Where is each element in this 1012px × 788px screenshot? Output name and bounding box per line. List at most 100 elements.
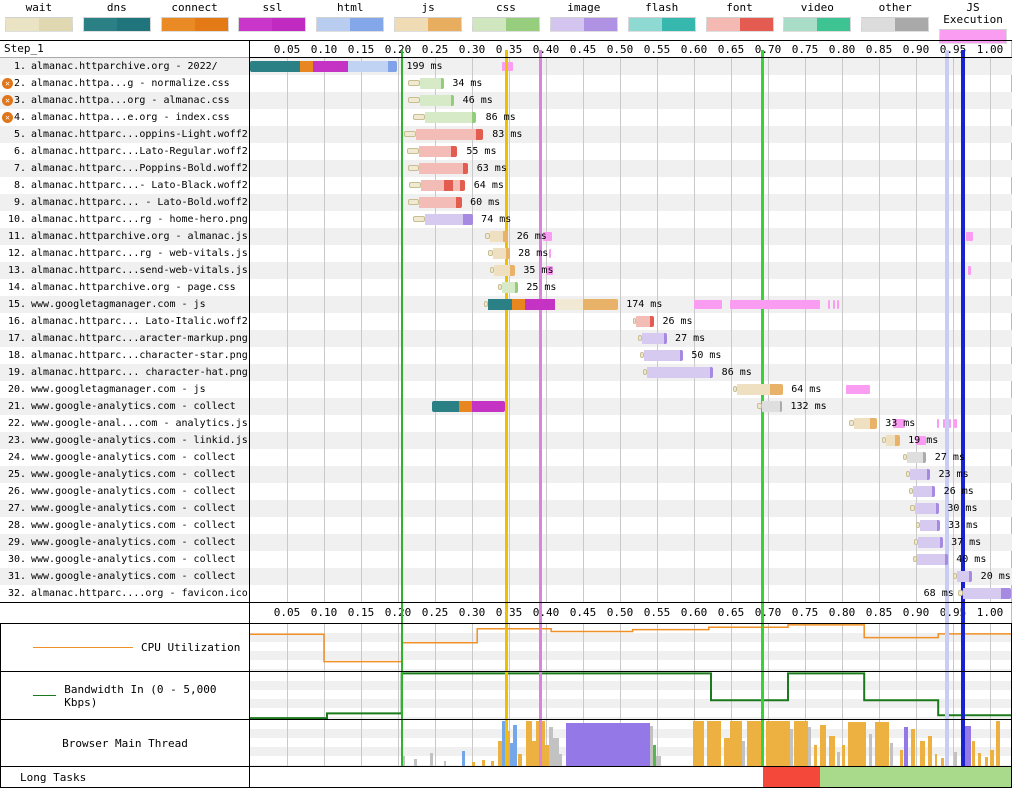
request-bar[interactable] (497, 282, 518, 293)
waterfall-row[interactable]: 83 ms (250, 126, 1012, 143)
request-list-item[interactable]: 10. almanac.httparc...rg - home-hero.png (0, 211, 250, 228)
request-bar[interactable] (489, 265, 515, 276)
request-list-item[interactable]: 1. almanac.httparchive.org - 2022/ (0, 58, 250, 75)
waterfall-row[interactable]: 86 ms (250, 109, 1012, 126)
waterfall-row[interactable]: 35 ms (250, 262, 1012, 279)
waterfall-row[interactable]: 26 ms (250, 313, 1012, 330)
waterfall-row[interactable]: 40 ms (250, 551, 1012, 568)
request-bar[interactable] (756, 401, 783, 412)
request-list-item[interactable]: 20. www.googletagmanager.com - js (0, 381, 250, 398)
waterfall-row[interactable]: 26 ms (250, 483, 1012, 500)
request-bar[interactable] (407, 197, 462, 208)
axis-tick-label: 1.00 (976, 43, 1004, 56)
request-list-item[interactable]: 16. almanac.httparc... Lato-Italic.woff2 (0, 313, 250, 330)
request-bar[interactable] (908, 486, 936, 497)
waterfall-row[interactable]: 19 ms (250, 432, 1012, 449)
request-list-item[interactable]: 8. almanac.httparc...- Lato-Black.woff2 (0, 177, 250, 194)
waterfall-row[interactable]: 30 ms (250, 500, 1012, 517)
waterfall-row[interactable]: 46 ms (250, 92, 1012, 109)
request-bar[interactable] (407, 163, 469, 174)
request-list-item[interactable]: 17. almanac.httparc...aracter-markup.png (0, 330, 250, 347)
waterfall-row[interactable]: 37 ms (250, 534, 1012, 551)
waterfall-row[interactable]: 64 ms (250, 381, 1012, 398)
waterfall-row[interactable]: 74 ms (250, 211, 1012, 228)
axis-tick-label: 0.25 (421, 606, 449, 619)
request-bar[interactable] (488, 248, 510, 259)
request-bar[interactable] (409, 180, 466, 191)
request-list-item[interactable]: 32. almanac.httparc....org - favicon.ico (0, 585, 250, 602)
request-list-item[interactable]: 11. almanac.httparchive.org - almanac.js (0, 228, 250, 245)
waterfall-row[interactable]: 86 ms (250, 364, 1012, 381)
waterfall-row[interactable]: 26 ms (250, 228, 1012, 245)
request-bar[interactable] (407, 78, 444, 89)
request-list-item[interactable]: 5. almanac.httparc...oppins-Light.woff2 (0, 126, 250, 143)
request-list-item[interactable]: 14. almanac.httparchive.org - page.css (0, 279, 250, 296)
waterfall-row[interactable]: 174 ms (250, 296, 1012, 313)
waterfall-row[interactable]: 25 ms (250, 279, 1012, 296)
request-list-item[interactable]: 28. www.google-analytics.com - collect (0, 517, 250, 534)
request-bar[interactable] (432, 401, 506, 412)
request-list-item[interactable]: 29. www.google-analytics.com - collect (0, 534, 250, 551)
request-list-item[interactable]: ✕ 2. almanac.httpa...g - normalize.css (0, 75, 250, 92)
request-list-item[interactable]: 31. www.google-analytics.com - collect (0, 568, 250, 585)
request-bar[interactable] (953, 571, 973, 582)
waterfall-row[interactable]: 28 ms (250, 245, 1012, 262)
request-list-item[interactable]: 26. www.google-analytics.com - collect (0, 483, 250, 500)
waterfall-row[interactable]: 63 ms (250, 160, 1012, 177)
request-list-item[interactable]: 25. www.google-analytics.com - collect (0, 466, 250, 483)
waterfall-row[interactable]: 23 ms (250, 466, 1012, 483)
request-list-item[interactable]: 19. almanac.httparc... character-hat.png (0, 364, 250, 381)
request-list-item[interactable]: ✕ 4. almanac.httpa...e.org - index.css (0, 109, 250, 126)
request-bar[interactable] (733, 384, 783, 395)
request-bar[interactable] (412, 112, 477, 123)
request-list-item[interactable]: 21. www.google-analytics.com - collect (0, 398, 250, 415)
request-list-item[interactable]: 27. www.google-analytics.com - collect (0, 500, 250, 517)
request-bar[interactable] (406, 146, 458, 157)
request-bar[interactable] (250, 61, 398, 72)
request-bar[interactable] (407, 95, 455, 106)
waterfall-row[interactable]: 55 ms (250, 143, 1012, 160)
waterfall-row[interactable]: 20 ms (250, 568, 1012, 585)
waterfall-row[interactable]: 60 ms (250, 194, 1012, 211)
request-bar[interactable] (483, 299, 618, 310)
waterfall-row[interactable]: 27 ms (250, 330, 1012, 347)
request-bar[interactable] (913, 537, 943, 548)
request-list-item[interactable]: 15. www.googletagmanager.com - js (0, 296, 250, 313)
request-bar[interactable] (905, 469, 931, 480)
request-list-item[interactable]: 18. almanac.httparc...character-star.png (0, 347, 250, 364)
request-bar[interactable] (916, 520, 940, 531)
request-bar[interactable] (642, 367, 714, 378)
request-list-item[interactable]: ✕ 3. almanac.httpa...org - almanac.css (0, 92, 250, 109)
waterfall-row[interactable]: 64 ms (250, 177, 1012, 194)
waterfall-row[interactable]: 132 ms (250, 398, 1012, 415)
request-bar[interactable] (910, 503, 939, 514)
request-list-item[interactable]: 22. www.google-anal...com - analytics.js (0, 415, 250, 432)
request-list-item[interactable]: 23. www.google-analytics.com - linkid.js (0, 432, 250, 449)
request-bar[interactable] (639, 350, 683, 361)
request-bar[interactable] (913, 554, 948, 565)
request-bar[interactable] (849, 418, 877, 429)
request-bar[interactable] (403, 129, 484, 140)
js-execution-segment (729, 300, 820, 309)
request-list-item[interactable]: 9. almanac.httparc... - Lato-Bold.woff2 (0, 194, 250, 211)
request-bar[interactable] (902, 452, 927, 463)
waterfall-row[interactable]: 50 ms (250, 347, 1012, 364)
request-bar[interactable] (958, 588, 1011, 599)
request-list-item[interactable]: 30. www.google-analytics.com - collect (0, 551, 250, 568)
waterfall-row[interactable]: 27 ms (250, 449, 1012, 466)
request-list-item[interactable]: 7. almanac.httparc...Poppins-Bold.woff2 (0, 160, 250, 177)
request-bar[interactable] (485, 231, 509, 242)
request-list-item[interactable]: 6. almanac.httparc...Lato-Regular.woff2 (0, 143, 250, 160)
waterfall-row[interactable]: 68 ms (250, 585, 1012, 602)
request-list-item[interactable]: 12. almanac.httparc...rg - web-vitals.js (0, 245, 250, 262)
waterfall-row[interactable]: 34 ms (250, 75, 1012, 92)
request-list-item[interactable]: 13. almanac.httparc...send-web-vitals.js (0, 262, 250, 279)
request-bar[interactable] (881, 435, 900, 446)
request-bar[interactable] (412, 214, 473, 225)
request-bar[interactable] (637, 333, 667, 344)
request-bar[interactable] (632, 316, 655, 327)
request-list-item[interactable]: 24. www.google-analytics.com - collect (0, 449, 250, 466)
waterfall-row[interactable]: 33 ms (250, 415, 1012, 432)
waterfall-row[interactable]: 199 ms (250, 58, 1012, 75)
waterfall-row[interactable]: 33 ms (250, 517, 1012, 534)
